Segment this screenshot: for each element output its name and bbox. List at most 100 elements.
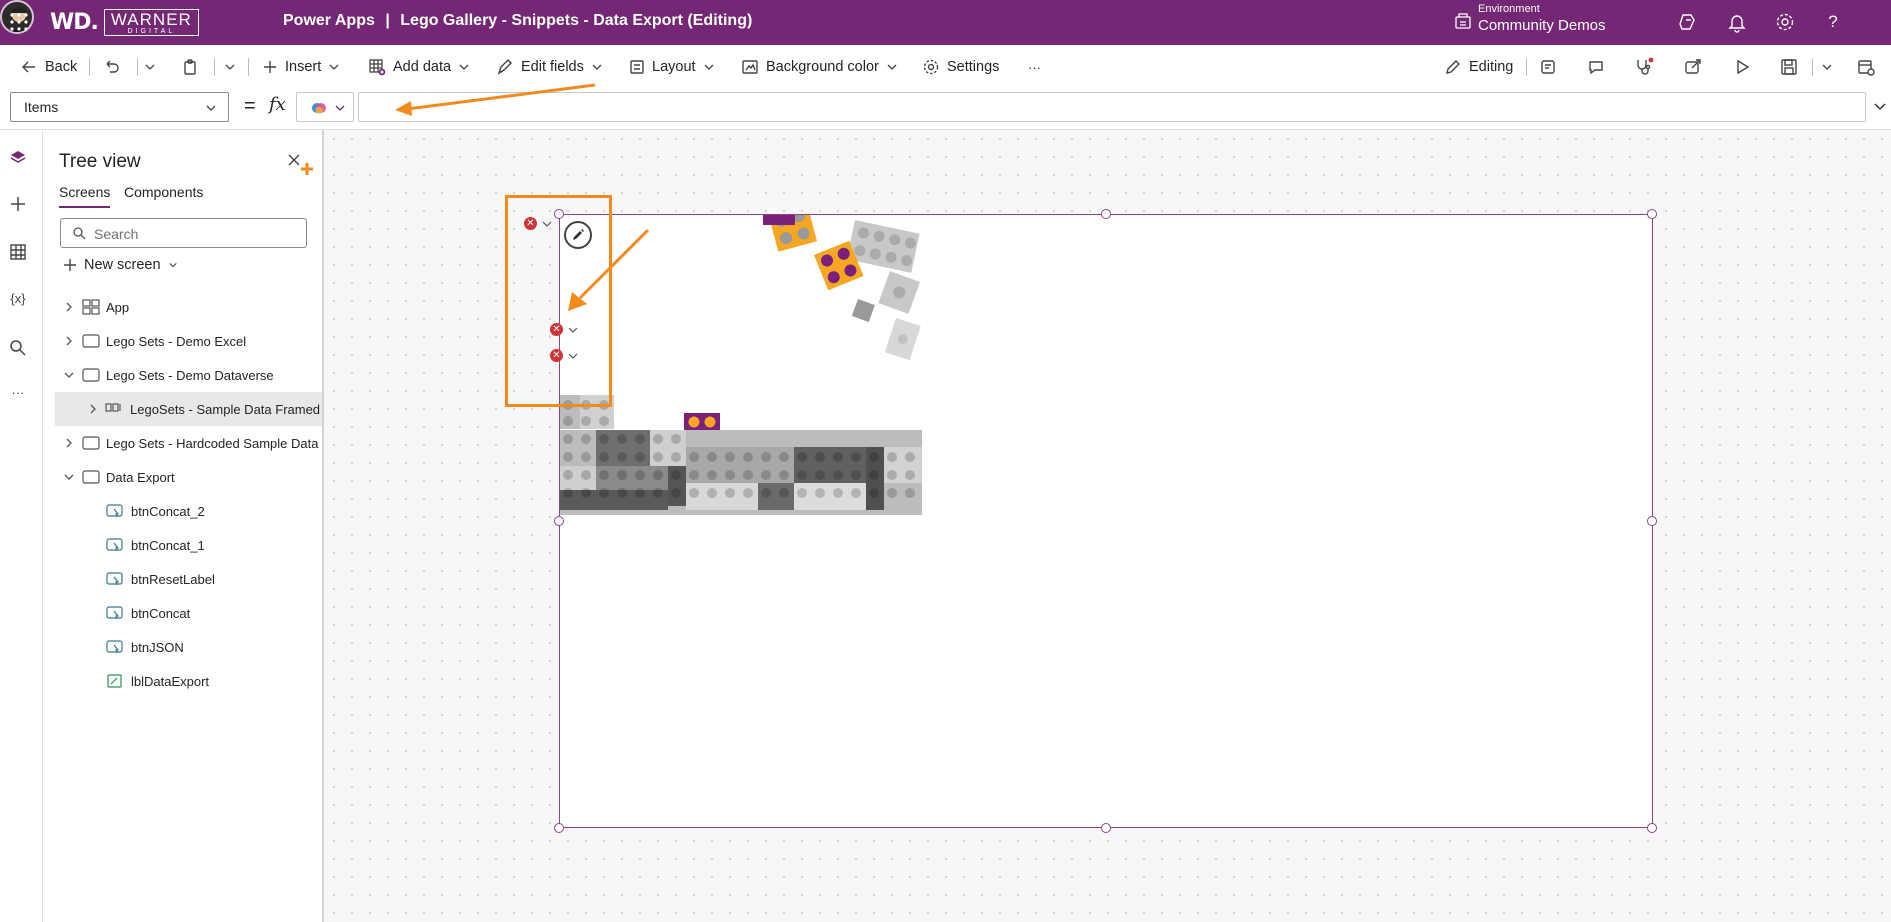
environment-icon[interactable]	[1454, 3, 1472, 41]
save-button[interactable]	[1780, 45, 1798, 89]
resize-handle[interactable]	[1101, 823, 1111, 833]
share-button[interactable]	[1684, 45, 1702, 89]
tree-item-label: Lego Sets - Demo Dataverse	[106, 368, 274, 383]
tree-item-screen[interactable]: Lego Sets - Hardcoded Sample Data	[56, 426, 324, 460]
app-checker-notes-button[interactable]	[1539, 45, 1557, 89]
fx-icon: fx	[269, 94, 286, 115]
publish-icon	[1858, 60, 1875, 76]
tab-components[interactable]: Components	[124, 184, 203, 200]
tree-item-label-control[interactable]: lblDataExport	[56, 664, 324, 698]
gear-icon[interactable]	[1774, 11, 1796, 33]
preview-button[interactable]	[1733, 45, 1751, 89]
editing-mode-button[interactable]: Editing	[1444, 45, 1513, 89]
warner-digital-logo: WD. WARNER DIGITAL	[50, 5, 199, 39]
annotation-arrow-errors	[568, 228, 650, 311]
layout-button[interactable]: Layout	[629, 45, 715, 89]
button-icon	[106, 504, 123, 518]
tree-item-screen[interactable]: Lego Sets - Demo Excel	[56, 324, 324, 358]
waffle-icon[interactable]	[8, 11, 30, 33]
property-dropdown[interactable]: Items	[10, 92, 229, 122]
copilot-icon	[312, 103, 326, 114]
tree-item-button[interactable]: btnConcat_1	[56, 528, 324, 562]
chevron-down-icon	[64, 372, 74, 378]
save-dropdown-button[interactable]	[1821, 45, 1833, 89]
undo-dropdown-button[interactable]	[144, 45, 156, 89]
search-icon[interactable]	[7, 337, 29, 359]
new-screen-button[interactable]: New screen	[63, 254, 178, 276]
paste-button[interactable]	[182, 45, 200, 89]
back-label: Back	[45, 59, 78, 75]
chevron-down-icon	[206, 105, 216, 111]
chevron-down-icon[interactable]	[567, 324, 579, 336]
error-icon[interactable]: ✕	[550, 323, 563, 336]
logo-wordmark: WARNER DIGITAL	[103, 8, 199, 36]
bell-icon[interactable]	[1726, 11, 1748, 33]
comments-button[interactable]	[1587, 45, 1605, 89]
add-data-label: Add data	[393, 59, 452, 75]
undo-button[interactable]	[103, 45, 121, 89]
variables-icon[interactable]: {x}	[7, 288, 29, 310]
screen-icon	[82, 470, 100, 484]
button-icon	[106, 640, 123, 654]
divider	[137, 58, 138, 76]
chevron-down-icon	[225, 64, 235, 70]
logo-monogram: WD.	[50, 9, 99, 35]
resize-handle[interactable]	[1647, 516, 1657, 526]
copilot-icon[interactable]	[1677, 11, 1699, 33]
search-input[interactable]: Search	[60, 218, 307, 248]
layers-icon[interactable]	[7, 147, 29, 169]
app-title: Power Apps | Lego Gallery - Snippets - D…	[283, 12, 753, 29]
undo-icon	[106, 60, 119, 73]
expand-formula-icon[interactable]	[1873, 100, 1887, 114]
search-placeholder: Search	[94, 226, 139, 242]
more-button[interactable]: ···	[1028, 45, 1041, 89]
tree-view-panel: Tree view Screens Components Search New …	[43, 130, 324, 922]
tree-item-label: Lego Sets - Demo Excel	[106, 334, 247, 349]
chevron-down-icon	[145, 64, 155, 70]
left-rail: {x} ···	[0, 130, 43, 922]
background-color-button[interactable]: Background color	[741, 45, 898, 89]
background-color-label: Background color	[766, 59, 879, 75]
help-icon[interactable]: ?	[1822, 11, 1844, 33]
back-button[interactable]: Back	[20, 45, 77, 89]
tree-item-button[interactable]: btnResetLabel	[56, 562, 324, 596]
tree-item-label: btnConcat	[131, 606, 191, 621]
app-checker-button[interactable]	[1634, 45, 1654, 89]
settings-button[interactable]: Settings	[922, 45, 999, 89]
chevron-down-icon	[329, 64, 339, 70]
paste-dropdown-button[interactable]	[224, 45, 236, 89]
tree-item-button[interactable]: btnConcat_2	[56, 494, 324, 528]
resize-handle[interactable]	[554, 823, 564, 833]
resize-handle[interactable]	[1101, 209, 1111, 219]
tree-item-screen[interactable]: Data Export	[56, 460, 324, 494]
error-icon[interactable]: ✕	[524, 217, 537, 230]
tree-item-screen[interactable]: Lego Sets - Demo Dataverse	[56, 358, 324, 392]
tree-item-gallery-selected[interactable]: LegoSets - Sample Data Framed SVG	[55, 392, 322, 426]
resize-handle[interactable]	[554, 516, 564, 526]
chevron-down-icon[interactable]	[567, 350, 579, 362]
tree-item-label: lblDataExport	[131, 674, 210, 689]
copilot-formula-button[interactable]	[296, 92, 354, 122]
screen-icon	[82, 436, 100, 450]
chevron-down-icon	[168, 262, 177, 268]
tree-item-button[interactable]: btnJSON	[56, 630, 324, 664]
resize-handle[interactable]	[1647, 823, 1657, 833]
close-icon[interactable]	[287, 153, 301, 167]
selected-gallery-frame[interactable]	[559, 214, 1653, 828]
chevron-right-icon	[90, 404, 96, 414]
tab-screens[interactable]: Screens	[59, 184, 110, 200]
tree-item-button[interactable]: btnConcat	[56, 596, 324, 630]
tree-item-app[interactable]: App	[56, 290, 324, 324]
publish-button[interactable]	[1857, 45, 1875, 89]
plus-icon[interactable]	[7, 193, 29, 215]
label-icon	[107, 674, 122, 688]
chevron-down-icon	[459, 64, 469, 70]
more-icon[interactable]: ···	[7, 382, 29, 404]
error-icon[interactable]: ✕	[550, 349, 563, 362]
insert-button[interactable]: Insert	[262, 45, 340, 89]
environment-value[interactable]: Community Demos	[1478, 17, 1606, 34]
data-table-icon[interactable]	[7, 241, 29, 263]
resize-handle[interactable]	[1647, 209, 1657, 219]
chevron-right-icon	[66, 336, 72, 346]
chevron-down-icon[interactable]	[541, 218, 553, 230]
